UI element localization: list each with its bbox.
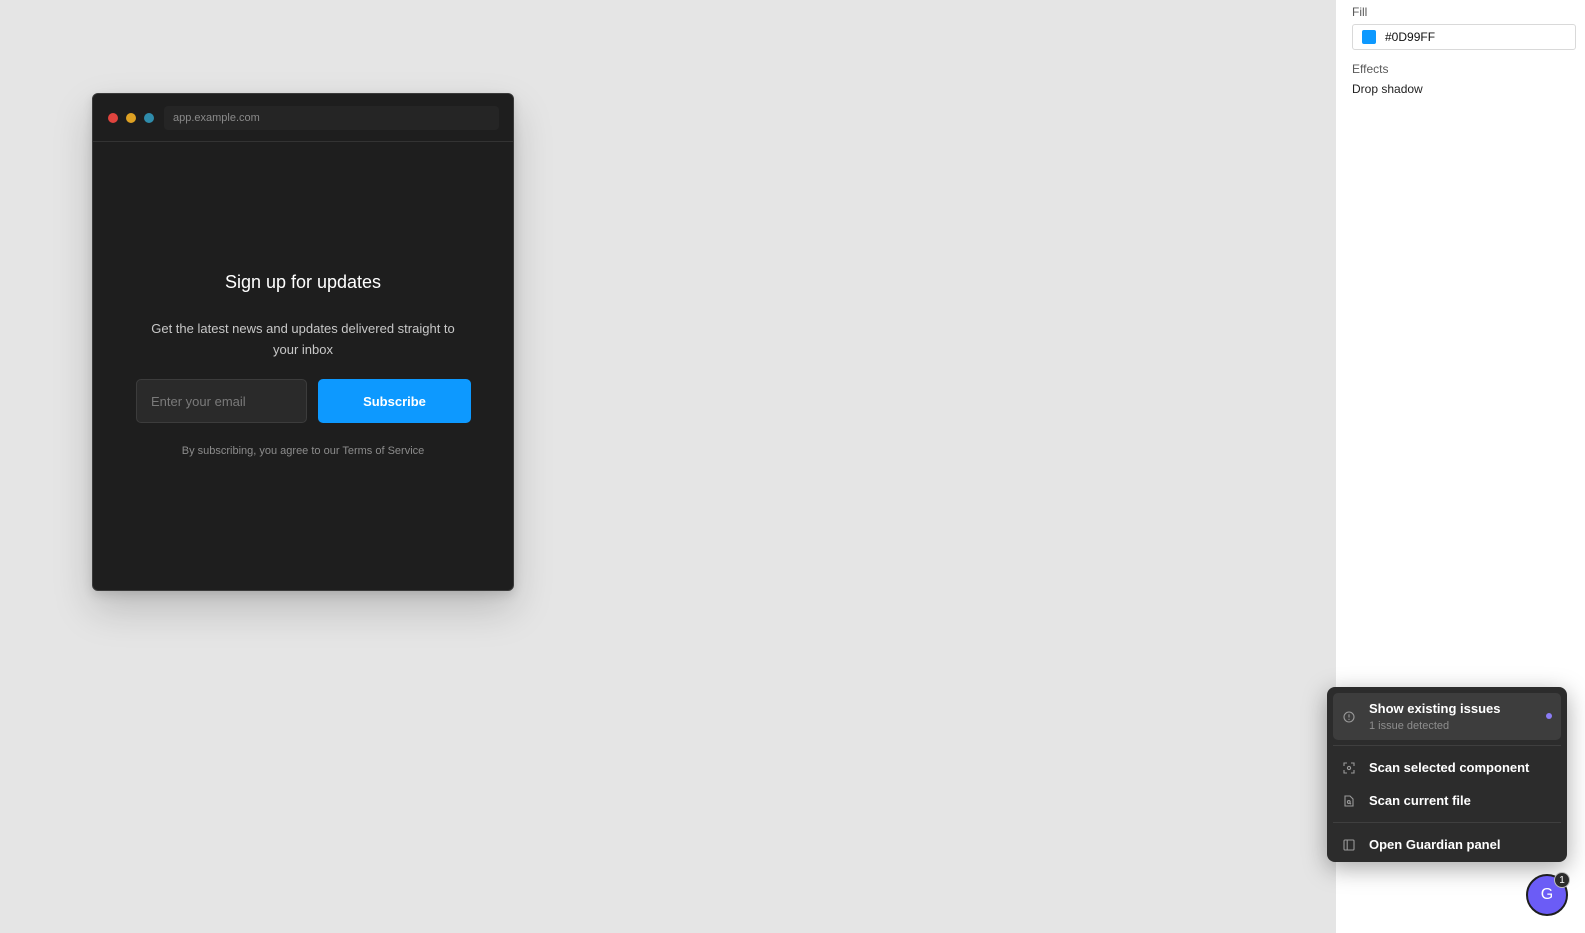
show-existing-issues-label: Show existing issues <box>1369 701 1501 716</box>
show-existing-issues-item[interactable]: Show existing issues 1 issue detected <box>1333 693 1561 740</box>
url-bar: app.example.com <box>164 105 499 130</box>
signup-section: Sign up for updates Get the latest news … <box>93 142 513 590</box>
scan-focus-icon <box>1343 761 1355 774</box>
fill-color-field[interactable]: #0D99FF <box>1352 24 1576 50</box>
browser-frame-mockup[interactable]: app.example.com Sign up for updates Get … <box>92 93 514 591</box>
open-guardian-panel-item[interactable]: Open Guardian panel <box>1333 828 1561 861</box>
scan-selected-component-item[interactable]: Scan selected component <box>1333 751 1561 784</box>
signup-title: Sign up for updates <box>224 272 382 292</box>
maximize-dot-icon <box>144 112 154 123</box>
alert-circle-icon <box>1343 710 1355 723</box>
minimize-dot-icon <box>126 112 136 123</box>
issue-indicator-dot <box>1546 713 1552 719</box>
signup-description: Get the latest news and updates delivere… <box>151 321 455 357</box>
issues-detected-text: 1 issue detected <box>1369 720 1450 732</box>
scan-current-file-item[interactable]: Scan current file <box>1333 784 1561 817</box>
scan-selected-component-label: Scan selected component <box>1369 760 1530 775</box>
notification-count-badge: 1 <box>1554 872 1570 888</box>
fill-swatch[interactable] <box>1362 30 1376 44</box>
open-guardian-panel-label: Open Guardian panel <box>1369 837 1501 852</box>
panel-layout-icon <box>1343 838 1355 851</box>
design-canvas[interactable]: app.example.com Sign up for updates Get … <box>0 0 1336 933</box>
scan-current-file-label: Scan current file <box>1369 793 1471 808</box>
menu-divider <box>1333 745 1561 746</box>
browser-title-bar: app.example.com <box>93 94 513 142</box>
effects-label: Effects <box>1352 62 1389 76</box>
menu-divider <box>1333 822 1561 823</box>
effect-drop-shadow[interactable]: Drop shadow <box>1352 82 1423 96</box>
email-input[interactable] <box>136 379 307 423</box>
subscribe-button[interactable]: Subscribe <box>318 379 471 423</box>
fill-hex-value[interactable]: #0D99FF <box>1385 30 1435 44</box>
fill-label: Fill <box>1352 5 1368 19</box>
signup-form: Subscribe <box>136 379 471 423</box>
file-search-icon <box>1343 794 1355 807</box>
terms-text: By subscribing, you agree to our Terms o… <box>181 445 425 457</box>
guardian-menu: Show existing issues 1 issue detected Sc… <box>1327 687 1567 862</box>
close-dot-icon <box>108 112 118 123</box>
